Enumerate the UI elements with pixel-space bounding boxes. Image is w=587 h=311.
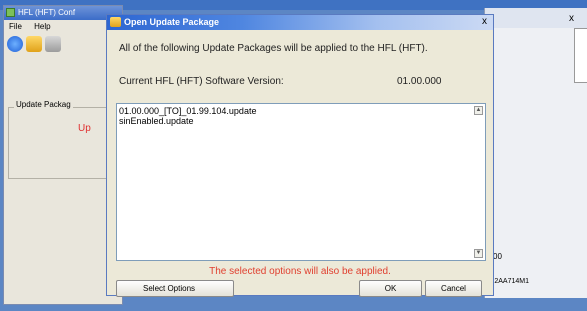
- toolbar: [4, 33, 122, 55]
- dialog-message: All of the following Update Packages wil…: [119, 43, 428, 54]
- scroll-down-icon[interactable]: ▼: [474, 249, 483, 258]
- update-package-group: [8, 107, 120, 179]
- background-status-text: Up: [78, 123, 91, 134]
- ok-button[interactable]: OK: [359, 280, 422, 297]
- menu-file[interactable]: File: [9, 22, 22, 31]
- folder-icon: [110, 17, 121, 27]
- app-icon: [6, 8, 15, 17]
- right-window-panel: [574, 28, 587, 83]
- scroll-up-icon[interactable]: ▲: [474, 106, 483, 115]
- cancel-button[interactable]: Cancel: [425, 280, 482, 297]
- right-window-serial: '2AA714M1: [493, 278, 529, 285]
- list-item[interactable]: 01.00.000_[TO]_01.99.104.update: [119, 106, 471, 116]
- background-app-title: HFL (HFT) Conf: [18, 8, 76, 17]
- list-item[interactable]: sinEnabled.update: [119, 116, 471, 126]
- bluetooth-icon[interactable]: [7, 36, 23, 52]
- menu-help[interactable]: Help: [34, 22, 50, 31]
- update-package-list[interactable]: 01.00.000_[TO]_01.99.104.update sinEnabl…: [116, 103, 486, 261]
- vertical-scrollbar[interactable]: ▲ ▼: [474, 106, 483, 258]
- select-options-button[interactable]: Select Options: [116, 280, 234, 297]
- options-note: The selected options will also be applie…: [209, 266, 391, 277]
- version-label: Current HFL (HFT) Software Version:: [119, 76, 284, 87]
- version-value: 01.00.000: [397, 76, 442, 87]
- open-update-package-dialog: Open Update Package x All of the followi…: [106, 14, 494, 297]
- right-window-close-icon[interactable]: x: [569, 13, 574, 24]
- dialog-title: Open Update Package: [124, 17, 220, 27]
- dialog-titlebar[interactable]: Open Update Package x: [107, 15, 493, 30]
- close-icon[interactable]: x: [482, 16, 487, 27]
- list-items: 01.00.000_[TO]_01.99.104.update sinEnabl…: [119, 106, 471, 126]
- background-app-titlebar: HFL (HFT) Conf: [4, 6, 122, 20]
- update-package-group-label: Update Packag: [14, 100, 73, 109]
- right-background-window: x 00 '2AA714M1: [484, 8, 587, 298]
- right-window-value: 00: [493, 252, 502, 261]
- open-folder-icon[interactable]: [26, 36, 42, 52]
- home-icon[interactable]: [45, 36, 61, 52]
- menu-bar: File Help: [4, 20, 122, 33]
